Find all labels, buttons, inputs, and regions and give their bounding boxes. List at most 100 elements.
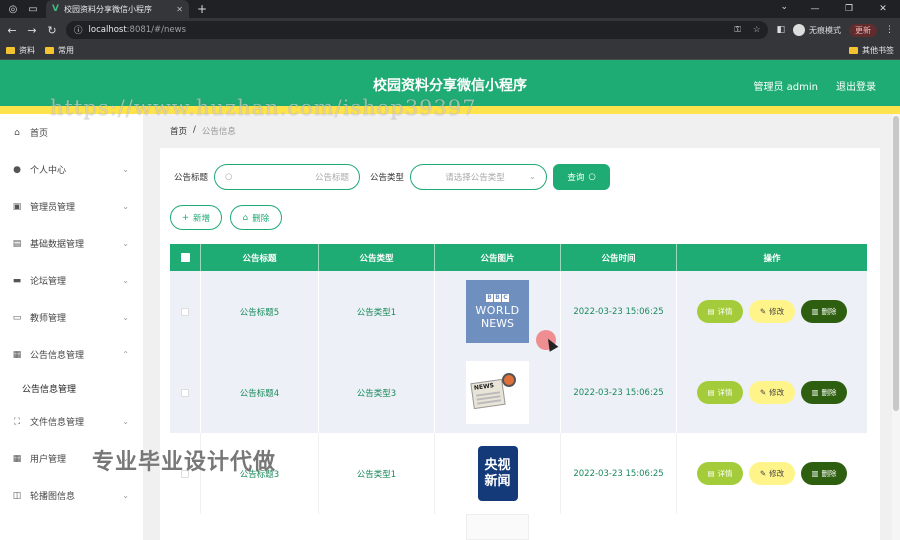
teacher-icon: ▭ [12, 312, 22, 323]
minimize-icon[interactable]: — [798, 4, 832, 14]
edit-button[interactable]: ✎ 修改 [749, 300, 795, 323]
other-bookmarks[interactable]: 其他书签 [849, 45, 894, 56]
submenu-notice-manage[interactable]: 公告信息管理 [0, 373, 143, 403]
detail-button[interactable]: ▤ 详情 [697, 381, 743, 404]
row-checkbox[interactable] [181, 307, 189, 316]
incognito-icon [793, 24, 805, 36]
browser-tabbar: ◎ ▭ V 校园资料分享微信小程序 ✕ + ⌄ — ❐ ✕ [0, 0, 900, 18]
folder-icon [849, 47, 858, 54]
doc-icon: ▤ [707, 388, 715, 397]
close-tab-icon[interactable]: ✕ [176, 5, 183, 14]
detail-label: 详情 [717, 388, 733, 397]
delete-label: 删除 [821, 388, 837, 397]
detail-button[interactable]: ▤ 详情 [697, 462, 743, 485]
sidebar-item-carousel[interactable]: ◫ 轮播图信息 ⌄ [0, 477, 143, 514]
sidebar-item-forum[interactable]: ▬ 论坛管理 ⌄ [0, 262, 143, 299]
file-icon: ⛶ [13, 416, 21, 427]
carousel-icon: ◫ [12, 490, 22, 501]
trash-icon: ⌂ [242, 212, 249, 223]
edit-button[interactable]: ✎ 修改 [749, 462, 795, 485]
trash-icon: ▥ [811, 307, 819, 316]
col-time: 公告时间 [561, 244, 677, 271]
key-icon[interactable]: ⚿ [734, 25, 740, 35]
menu-dots-icon[interactable]: ⋮ [885, 25, 894, 35]
next-row-image-partial [466, 514, 529, 540]
delete-button[interactable]: ▥ 删除 [801, 462, 847, 485]
bookmark-label: 常用 [58, 46, 74, 55]
add-button[interactable]: + 新增 [170, 205, 222, 230]
back-icon[interactable]: ← [6, 24, 18, 37]
bbc-letter: B [494, 293, 501, 302]
title-search-input[interactable]: ○ 公告标题 [214, 164, 361, 190]
window-controls: — ❐ ✕ [798, 0, 900, 18]
notice-icon: ▦ [12, 349, 22, 360]
newspaper-image[interactable]: NEWS [466, 361, 529, 424]
sidebar-item-notice[interactable]: ▦ 公告信息管理 ⌃ [0, 336, 143, 373]
detail-button[interactable]: ▤ 详情 [697, 300, 743, 323]
update-button[interactable]: 更新 [849, 23, 877, 37]
watermark-url: https://www.huzhan.com/ishop39397 [50, 96, 477, 120]
sidebar-item-profile[interactable]: ● 个人中心 ⌄ [0, 151, 143, 188]
page-scrollbar[interactable] [892, 114, 900, 540]
sidebar: ⌂ 首页 ● 个人中心 ⌄ ▣ 管理员管理 ⌄ ▤ 基础数据管理 ⌄ ▬ 论坛管理 ⌄ ▭ 教师管理… [0, 114, 143, 540]
window-icon[interactable]: ▭ [26, 2, 40, 16]
sidebar-item-label: 公告信息管理 [30, 351, 85, 361]
cell-image: 央视 新闻 [435, 433, 561, 514]
browser-tab[interactable]: V 校园资料分享微信小程序 ✕ [46, 0, 189, 18]
chevron-down-icon[interactable]: ⌄ [780, 2, 788, 12]
search-icon: ○ [225, 172, 233, 182]
cctv-news-image[interactable]: 央视 新闻 [466, 442, 529, 505]
breadcrumb-home[interactable]: 首页 [170, 125, 187, 137]
delete-button[interactable]: ▥ 删除 [801, 381, 847, 404]
sidebar-item-admin[interactable]: ▣ 管理员管理 ⌄ [0, 188, 143, 225]
maximize-icon[interactable]: ❐ [832, 4, 866, 14]
query-button[interactable]: 查询 ○ [553, 164, 611, 190]
trash-icon: ▥ [811, 388, 819, 397]
home-icon: ⌂ [14, 127, 20, 138]
edit-label: 修改 [769, 388, 785, 397]
query-label: 查询 [567, 173, 585, 183]
users-icon: ▦ [12, 453, 22, 464]
search-row: 公告标题 ○ 公告标题 公告类型 请选择公告类型 ⌄ 查询 ○ [170, 164, 611, 190]
url-host: localhost [88, 25, 127, 35]
bbc-world-news-image[interactable]: BBC WORLD NEWS [466, 280, 529, 343]
info-icon[interactable]: ⓘ [74, 24, 83, 36]
reload-icon[interactable]: ↻ [46, 24, 58, 37]
sidebar-item-file[interactable]: ⛶ 文件信息管理 ⌄ [0, 403, 143, 440]
bookmark-folder-1[interactable]: 常用 [45, 45, 74, 56]
batch-delete-button[interactable]: ⌂ 删除 [230, 205, 282, 230]
admin-label: 管理员 admin [753, 82, 818, 93]
sidebar-item-data[interactable]: ▤ 基础数据管理 ⌄ [0, 225, 143, 262]
sidebar-item-label: 教师管理 [30, 314, 67, 324]
forward-icon[interactable]: → [26, 24, 38, 37]
microphone-shape [502, 373, 516, 387]
logout-link[interactable]: 退出登录 [836, 78, 876, 93]
data-icon: ▤ [12, 238, 22, 249]
delete-button[interactable]: ▥ 删除 [801, 300, 847, 323]
cell-actions: ▤ 详情 ✎ 修改 ▥ 删除 [677, 433, 867, 514]
sidebar-item-teacher[interactable]: ▭ 教师管理 ⌄ [0, 299, 143, 336]
cell-time: 2022-03-23 15:06:25 [561, 271, 677, 352]
close-window-icon[interactable]: ✕ [866, 4, 900, 14]
star-icon[interactable]: ☆ [753, 25, 761, 35]
row-checkbox[interactable] [181, 388, 189, 397]
detail-label: 详情 [717, 469, 733, 478]
type-select[interactable]: 请选择公告类型 ⌄ [410, 164, 548, 190]
sidepanel-icon[interactable]: ◧ [776, 25, 785, 35]
url-field[interactable]: ⓘ localhost:8081/#/news ⚿ ☆ [66, 21, 769, 39]
cell-actions: ▤ 详情 ✎ 修改 ▥ 删除 [677, 352, 867, 433]
scrollbar-thumb[interactable] [893, 116, 899, 411]
bookmarks-bar: 资料 常用 其他书签 [0, 42, 900, 60]
chevron-down-icon: ⌄ [122, 313, 129, 322]
row-check-cell [170, 271, 201, 352]
incognito-profile[interactable]: 无痕模式 [793, 24, 841, 36]
edit-button[interactable]: ✎ 修改 [749, 381, 795, 404]
select-all-checkbox[interactable] [180, 253, 190, 262]
cctv-line2: 新闻 [484, 474, 511, 489]
table-row: 公告标题5 公告类型1 BBC WORLD NEWS 2022-03-23 15… [170, 271, 867, 352]
new-tab-icon[interactable]: + [197, 2, 207, 16]
folder-icon [6, 47, 15, 54]
globe-icon[interactable]: ◎ [6, 2, 20, 16]
cell-type: 公告类型1 [319, 271, 435, 352]
bookmark-folder-0[interactable]: 资料 [6, 45, 35, 56]
